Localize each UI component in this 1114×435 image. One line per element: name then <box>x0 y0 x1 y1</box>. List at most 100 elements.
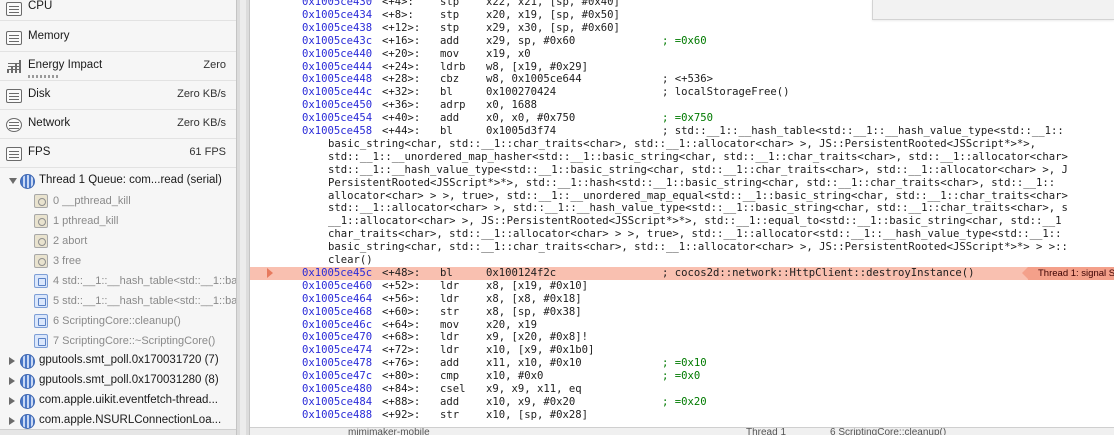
gauge-disk[interactable]: Disk Zero KB/s <box>0 81 236 110</box>
comment-continuation-line: std::__1::__unordered_map_hasher<std::__… <box>250 151 1114 164</box>
instruction-operands: x22, x21, [sp, #0x40] <box>486 0 620 8</box>
gauge-memory[interactable]: Memory <box>0 23 236 52</box>
instruction-line[interactable]: 0x1005ce458 <+44>: bl 0x1005d3f74 ; std::__1… <box>250 125 1114 138</box>
thread-row[interactable]: com.apple.uikit.eventfetch-thread... <box>0 391 236 411</box>
instruction-operands: x10, x9, #0x20 <box>486 395 576 408</box>
frame-label: 0 __pthread_kill <box>53 195 131 207</box>
instruction-operands: x10, [x9, #0x1b0] <box>486 344 595 357</box>
instruction-opcode: cmp <box>440 370 460 383</box>
instruction-line[interactable]: 0x1005ce488 <+92>: str x10, [sp, #0x28] <box>250 409 1114 422</box>
jump-bar-frame[interactable]: 6 ScriptingCore::cleanup() <box>830 428 946 435</box>
instruction-line[interactable]: 0x1005ce46c <+64>: mov x20, x19 <box>250 319 1114 332</box>
thread-label: Thread 1 Queue: com...read (serial) <box>39 174 222 186</box>
instruction-address: 0x1005ce448 <box>302 73 373 86</box>
instruction-address: 0x1005ce458 <box>302 125 373 137</box>
instruction-line[interactable]: 0x1005ce444 <+24>: ldrb w8, [x19, #0x29] <box>250 61 1114 74</box>
jump-bar[interactable]: mimimaker-mobile Thread 1 6 ScriptingCor… <box>250 427 1114 435</box>
current-instruction-line[interactable]: 0x1005ce45c <+48>: bl 0x100124f2c ; cocos2d:… <box>250 266 1114 280</box>
instruction-line[interactable]: 0x1005ce464 <+56>: ldr x8, [x8, #0x18] <box>250 293 1114 306</box>
thread-row[interactable]: gputools.smt_poll.0x170031280 (8) <box>0 371 236 391</box>
crash-badge[interactable]: Thread 1: signal SIGABRT <box>1022 266 1114 280</box>
instruction-offset: <+84>: <box>382 383 421 395</box>
stack-frame-row[interactable]: 2 abort <box>0 231 236 251</box>
instruction-address: 0x1005ce44c <box>302 86 373 99</box>
jump-bar-thread[interactable]: Thread 1 <box>746 428 786 435</box>
user-frame-icon <box>34 294 48 308</box>
instruction-line[interactable]: 0x1005ce454 <+40>: add x0, x0, #0x750 ; =0x7… <box>250 112 1114 125</box>
instruction-opcode: stp <box>440 21 460 34</box>
stack-frame-row[interactable]: 4 std::__1::__hash_table<std::__1::ba... <box>0 271 236 291</box>
stack-frame-row[interactable]: 6 ScriptingCore::cleanup() <box>0 311 236 331</box>
stack-frame-row[interactable]: 5 std::__1::__hash_table<std::__1::ba... <box>0 291 236 311</box>
disassembly-editor[interactable]: 0x1005ce430 <+4>: stp x22, x21, [sp, #0x40]… <box>250 0 1114 435</box>
instruction-operands: x29, sp, #0x60 <box>486 34 576 47</box>
instruction-line[interactable]: 0x1005ce44c <+32>: bl 0x100270424 ; localSto… <box>250 86 1114 99</box>
cpu-icon <box>6 2 22 16</box>
instruction-operands: x10, [sp, #0x28] <box>486 408 589 421</box>
stack-frame-row[interactable]: 7 ScriptingCore::~ScriptingCore() <box>0 331 236 351</box>
instruction-offset: <+48>: <box>382 266 421 279</box>
gauge-energy-impact[interactable]: Energy Impact Zero <box>0 52 236 81</box>
gauge-label: FPS <box>28 146 51 158</box>
comment-continuation-text: allocator<char> > >, true>, std::__1::__… <box>328 189 1068 202</box>
instruction-line[interactable]: 0x1005ce440 <+20>: mov x19, x0 <box>250 48 1114 61</box>
instruction-opcode: csel <box>440 383 466 395</box>
instruction-offset: <+56>: <box>382 292 421 305</box>
instruction-line[interactable]: 0x1005ce480 <+84>: csel x9, x9, x11, eq <box>250 383 1114 396</box>
thread-1-row[interactable]: Thread 1 Queue: com...read (serial) <box>0 171 236 191</box>
disclosure-closed-icon[interactable] <box>9 417 15 425</box>
instruction-line[interactable]: 0x1005ce470 <+68>: ldr x9, [x20, #0x8]! <box>250 331 1114 344</box>
thread-row[interactable]: gputools.smt_poll.0x170031720 (7) <box>0 351 236 371</box>
instruction-operands: 0x100124f2c <box>486 266 557 279</box>
instruction-line[interactable]: 0x1005ce450 <+36>: adrp x0, 1688 <box>250 99 1114 112</box>
stack-frame-row[interactable]: 1 pthread_kill <box>0 211 236 231</box>
instruction-address: 0x1005ce470 <box>302 331 373 344</box>
instruction-operands: x8, [sp, #0x38] <box>486 305 582 318</box>
instruction-offset: <+64>: <box>382 318 421 331</box>
comment-continuation-text: basic_string<char, std::__1::char_traits… <box>328 137 1036 150</box>
instruction-address: 0x1005ce450 <box>302 99 373 112</box>
disclosure-open-icon[interactable] <box>9 178 17 184</box>
instruction-address: 0x1005ce434 <box>302 8 373 21</box>
instruction-address: 0x1005ce454 <box>302 112 373 125</box>
disclosure-closed-icon[interactable] <box>9 397 15 405</box>
instruction-opcode: add <box>440 357 460 370</box>
thread-icon <box>20 174 35 189</box>
instruction-line[interactable]: 0x1005ce43c <+16>: add x29, sp, #0x60 ; =0x6… <box>250 35 1114 48</box>
instruction-offset: <+16>: <box>382 34 421 47</box>
disclosure-closed-icon[interactable] <box>9 377 15 385</box>
instruction-line[interactable]: 0x1005ce478 <+76>: add x11, x10, #0x10 ; =0x… <box>250 357 1114 370</box>
gauge-fps[interactable]: FPS 61 FPS <box>0 139 236 168</box>
split-view-divider[interactable] <box>236 0 250 435</box>
instruction-line[interactable]: 0x1005ce484 <+88>: add x10, x9, #0x20 ; =0x2… <box>250 396 1114 409</box>
disclosure-closed-icon[interactable] <box>9 357 15 365</box>
stack-frame-row[interactable]: 3 free <box>0 251 236 271</box>
instruction-opcode: add <box>440 34 460 47</box>
system-frame-icon <box>34 234 48 248</box>
instruction-opcode: stp <box>440 8 460 21</box>
instruction-comment: ; =0x10 <box>662 357 707 370</box>
thread-row[interactable]: com.apple.NSURLConnectionLoa... <box>0 411 236 431</box>
instruction-line[interactable]: 0x1005ce474 <+72>: ldr x10, [x9, #0x1b0] <box>250 344 1114 357</box>
divider-handle[interactable] <box>240 0 246 435</box>
instruction-opcode: adrp <box>440 99 466 112</box>
instruction-address: 0x1005ce430 <box>302 0 373 8</box>
thread-label: com.apple.NSURLConnectionLoa... <box>39 414 222 426</box>
instruction-address: 0x1005ce438 <box>302 21 373 34</box>
instruction-line[interactable]: 0x1005ce460 <+52>: ldr x8, [x19, #0x10] <box>250 280 1114 293</box>
gauge-cpu[interactable]: CPU <box>0 0 236 21</box>
instruction-address: 0x1005ce488 <box>302 408 373 421</box>
jump-bar-project[interactable]: mimimaker-mobile <box>348 428 430 435</box>
stack-frame-row[interactable]: 0 __pthread_kill <box>0 191 236 211</box>
gauge-network[interactable]: Network Zero KB/s <box>0 110 236 139</box>
instruction-operands: x9, [x20, #0x8]! <box>486 331 589 344</box>
instruction-line[interactable]: 0x1005ce448 <+28>: cbz w8, 0x1005ce644 ; <+5… <box>250 73 1114 86</box>
instruction-offset: <+4>: <box>382 0 414 8</box>
instruction-line[interactable]: 0x1005ce47c <+80>: cmp x10, #0x0 ; =0x0 <box>250 370 1114 383</box>
thread-icon <box>20 354 35 369</box>
instruction-comment: ; =0x750 <box>662 112 714 125</box>
instruction-line[interactable]: 0x1005ce468 <+60>: str x8, [sp, #0x38] <box>250 306 1114 319</box>
instruction-line[interactable]: 0x1005ce438 <+12>: stp x29, x30, [sp, #0x60… <box>250 22 1114 35</box>
overlay-panel <box>872 0 1114 20</box>
frame-label: 2 abort <box>53 235 88 247</box>
